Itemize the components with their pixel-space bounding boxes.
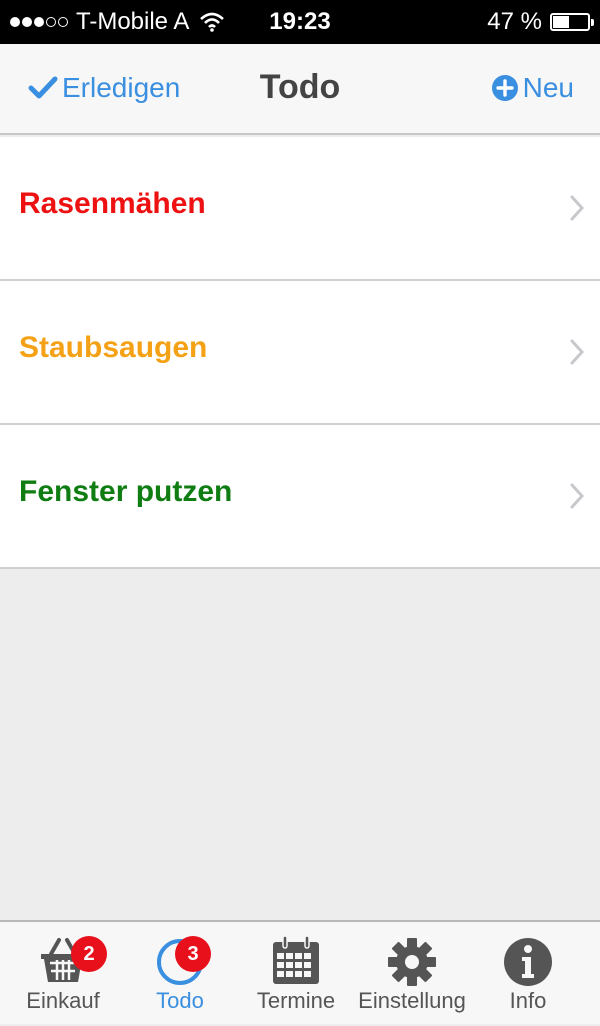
tab-label: Einstellung	[358, 988, 466, 1013]
item-label: Rasenmähen	[19, 187, 206, 220]
tab-bar: 2 Einkauf 3 Todo Termine Einstellung Inf…	[0, 920, 600, 1024]
todo-list: Rasenmähen Staubsaugen Fenster putzen	[0, 137, 600, 569]
tab-label: Info	[509, 988, 547, 1013]
new-label: Neu	[522, 72, 574, 103]
gear-icon	[388, 938, 436, 986]
tab-termine[interactable]: Termine	[236, 922, 356, 1026]
status-right: 47 %	[487, 8, 594, 36]
chevron-right-icon	[570, 195, 584, 221]
status-bar: T-Mobile A 19:23 47 %	[0, 0, 600, 44]
tab-einkauf[interactable]: 2 Einkauf	[3, 922, 123, 1026]
item-label: Fenster putzen	[19, 475, 233, 508]
tab-badge: 2	[71, 936, 107, 972]
list-item[interactable]: Rasenmähen	[0, 137, 600, 281]
battery-icon	[550, 13, 594, 31]
plus-circle-icon	[491, 75, 518, 101]
list-item[interactable]: Fenster putzen	[0, 425, 600, 569]
tab-label: Todo	[156, 988, 204, 1013]
tab-einstellung[interactable]: Einstellung	[352, 922, 472, 1026]
item-label: Staubsaugen	[19, 331, 208, 364]
tab-todo[interactable]: 3 Todo	[120, 922, 240, 1026]
chevron-right-icon	[570, 483, 584, 509]
navigation-bar: Erledigen Todo Neu	[0, 44, 600, 135]
new-button[interactable]: Neu	[491, 72, 574, 104]
chevron-right-icon	[570, 339, 584, 365]
list-item[interactable]: Staubsaugen	[0, 281, 600, 425]
info-icon	[504, 938, 552, 986]
tab-label: Termine	[256, 988, 336, 1013]
tab-label: Einkauf	[26, 988, 100, 1013]
calendar-icon	[273, 935, 319, 984]
battery-percent: 47 %	[487, 8, 542, 35]
tab-info[interactable]: Info	[468, 922, 588, 1026]
tab-badge: 3	[175, 936, 211, 972]
